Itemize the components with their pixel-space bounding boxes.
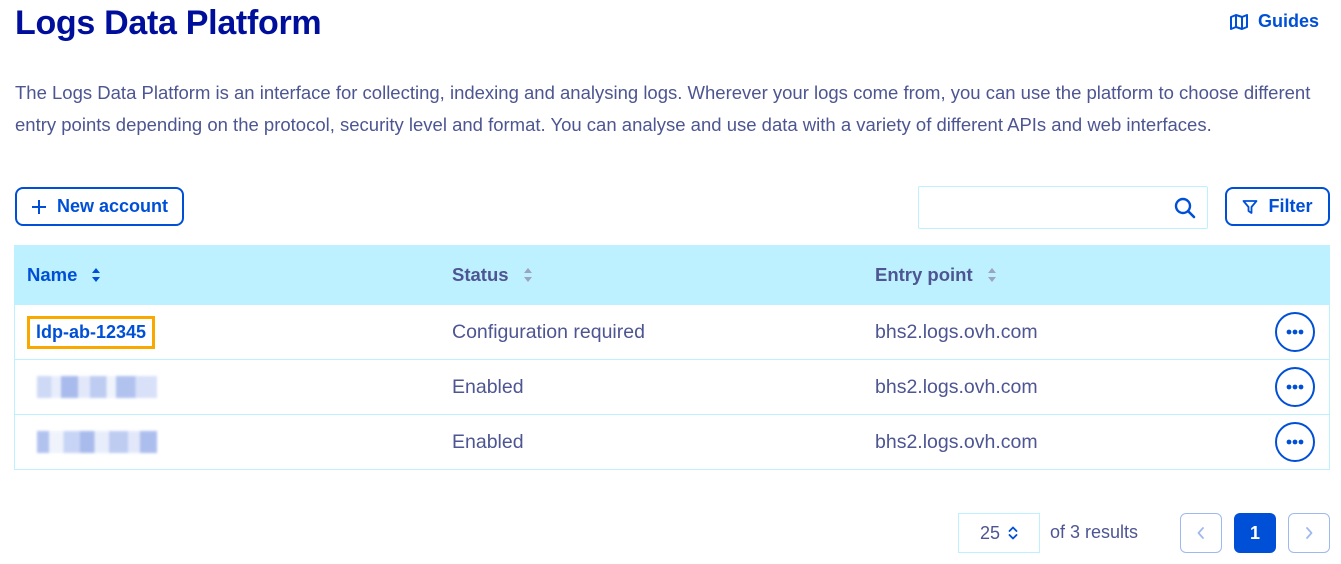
sort-icon [987,268,996,282]
book-map-icon [1229,13,1248,30]
row-actions-button[interactable] [1275,367,1315,407]
next-page-button[interactable] [1288,513,1330,553]
column-header-name[interactable]: Name [27,264,101,286]
chevron-left-icon [1197,527,1204,539]
more-icon [1286,439,1304,445]
filter-icon [1243,199,1258,214]
redacted-account-name[interactable] [37,431,157,453]
more-icon [1286,384,1304,390]
filter-button[interactable]: Filter [1225,187,1330,226]
status-cell: Configuration required [452,320,645,343]
table-row: Enabled bhs2.logs.ovh.com [15,414,1329,469]
redacted-account-name[interactable] [37,376,157,398]
select-arrows-icon [1008,526,1018,540]
entry-point-cell: bhs2.logs.ovh.com [875,320,1038,343]
row-actions-button[interactable] [1275,422,1315,462]
results-count: of 3 results [1050,522,1139,542]
account-name-link[interactable]: ldp-ab-12345 [27,315,156,349]
new-account-label: New account [56,196,169,216]
search-field [918,186,1208,229]
sort-icon [92,268,101,282]
page-size-select[interactable]: 25 [958,513,1040,553]
status-cell: Enabled [452,430,524,453]
table-header: Name Status Entry point [15,246,1329,304]
sort-icon [523,268,532,282]
chevron-right-icon [1306,527,1313,539]
entry-point-cell: bhs2.logs.ovh.com [875,430,1038,453]
column-entry-point-label: Entry point [875,264,973,285]
column-name-label: Name [27,264,78,285]
table-row: ldp-ab-12345 Configuration required bhs2… [15,304,1329,359]
column-header-status[interactable]: Status [452,264,533,286]
status-cell: Enabled [452,375,524,398]
column-status-label: Status [452,264,509,285]
search-input[interactable] [919,187,1179,226]
column-header-entry-point[interactable]: Entry point [875,264,997,286]
more-icon [1286,329,1304,335]
entry-point-cell: bhs2.logs.ovh.com [875,375,1038,398]
new-account-button[interactable]: New account [15,187,184,226]
plus-icon [31,199,46,214]
page-description: The Logs Data Platform is an interface f… [15,82,1311,135]
search-icon[interactable] [1173,196,1197,220]
page-size-value: 25 [979,522,1001,543]
table-row: Enabled bhs2.logs.ovh.com [15,359,1329,414]
page-title: Logs Data Platform [15,4,322,42]
filter-label: Filter [1268,196,1313,216]
row-actions-button[interactable] [1275,312,1315,352]
previous-page-button[interactable] [1180,513,1222,553]
guides-link[interactable]: Guides [1229,11,1319,32]
accounts-table: Name Status Entry point ldp-ab-12345 Con… [14,245,1330,470]
page-button-current[interactable]: 1 [1234,513,1276,553]
guides-label: Guides [1257,11,1319,31]
